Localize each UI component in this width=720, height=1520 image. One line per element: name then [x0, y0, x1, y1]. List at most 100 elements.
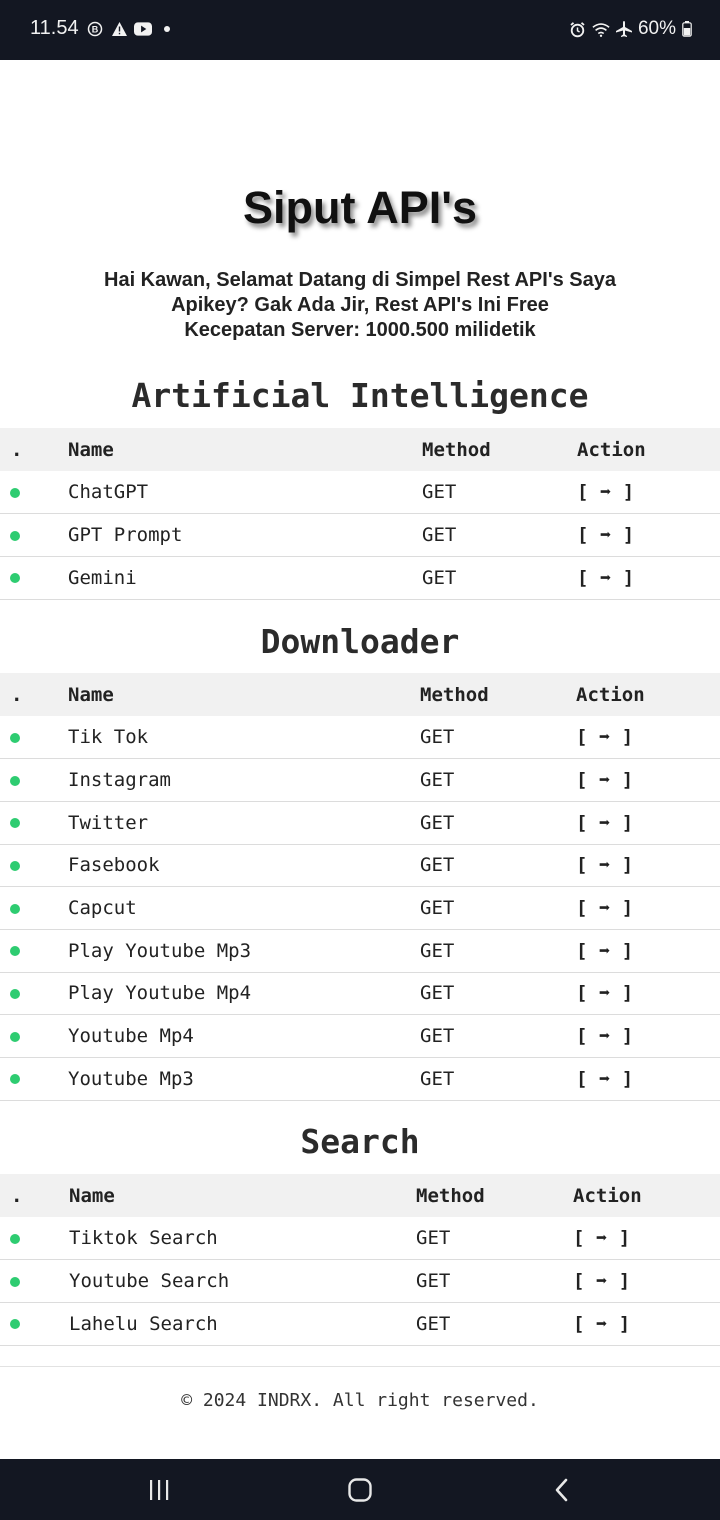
api-method: GET [420, 716, 576, 760]
status-dot [10, 1233, 20, 1244]
table-row: Youtube Mp3 GET[ ➡ ] [0, 1057, 720, 1101]
status-dot [10, 988, 20, 999]
action-button[interactable]: [ ➡ ] [576, 886, 720, 930]
api-name: Play Youtube Mp4 [68, 972, 420, 1016]
api-method: GET [416, 1302, 573, 1346]
action-button[interactable]: [ ➡ ] [577, 513, 720, 557]
api-method: GET [420, 972, 576, 1016]
status-time: 11.54 [30, 17, 79, 39]
action-button[interactable]: [ ➡ ] [573, 1259, 720, 1303]
api-method: GET [420, 1014, 576, 1058]
api-method: GET [422, 556, 577, 600]
table-row: Gemini GET[ ➡ ] [0, 556, 720, 600]
copyright-text: © 2024 INDRX. All right reserved. [181, 1390, 539, 1411]
intro-text: Hai Kawan, Selamat Datang di Simpel Rest… [0, 268, 720, 343]
api-method: GET [416, 1217, 573, 1261]
api-name: Tik Tok [68, 716, 420, 760]
back-icon[interactable] [547, 1475, 577, 1505]
status-dot [10, 732, 20, 743]
battery-icon [681, 20, 692, 38]
action-button[interactable]: [ ➡ ] [576, 1014, 720, 1058]
status-dot [10, 530, 20, 541]
b-circle-icon: B [86, 20, 104, 38]
dot-header: . [0, 428, 68, 471]
action-button[interactable]: [ ➡ ] [576, 1057, 720, 1101]
status-dot [10, 860, 20, 871]
table-header-row: . Name Method Action [0, 428, 720, 471]
ai-api-table: . Name Method Action ChatGPT GET[ ➡ ] GPT… [0, 428, 720, 600]
warning-icon [110, 20, 128, 38]
status-dot [10, 946, 20, 957]
apikey-line: Apikey? Gak Ada Jir, Rest API's Ini Free [171, 294, 549, 316]
section-title-ai: Artificial Intelligence [131, 376, 589, 415]
dot-header: . [0, 673, 68, 716]
api-name: Tiktok Search [69, 1217, 416, 1261]
action-button[interactable]: [ ➡ ] [576, 972, 720, 1016]
action-button[interactable]: [ ➡ ] [576, 929, 720, 973]
home-icon[interactable] [345, 1475, 375, 1505]
table-row: Tik Tok GET[ ➡ ] [0, 716, 720, 760]
api-name: Youtube Search [69, 1259, 416, 1303]
api-name: Instagram [68, 758, 420, 802]
api-method: GET [420, 758, 576, 802]
dot-header: . [0, 1174, 69, 1217]
action-button[interactable]: [ ➡ ] [573, 1302, 720, 1346]
name-header: Name [68, 428, 422, 471]
api-name: ChatGPT [68, 471, 422, 515]
status-dot [10, 1276, 20, 1287]
status-dot [10, 1319, 20, 1330]
table-header-row: . Name Method Action [0, 1174, 720, 1217]
action-header: Action [573, 1174, 720, 1217]
action-button[interactable]: [ ➡ ] [576, 758, 720, 802]
table-row: Play Youtube Mp4 GET[ ➡ ] [0, 972, 720, 1016]
method-header: Method [422, 428, 577, 471]
status-dot [10, 487, 20, 498]
api-method: GET [420, 886, 576, 930]
api-method: GET [420, 844, 576, 888]
api-method: GET [422, 513, 577, 557]
system-status: 60% [569, 17, 692, 41]
status-bar: 11.54 B 60% [0, 0, 720, 60]
recent-apps-icon[interactable] [144, 1475, 174, 1505]
airplane-icon [615, 20, 633, 38]
api-method: GET [420, 1057, 576, 1101]
table-row: Twitter GET[ ➡ ] [0, 801, 720, 845]
action-button[interactable]: [ ➡ ] [573, 1217, 720, 1261]
action-header: Action [576, 673, 720, 716]
api-method: GET [420, 929, 576, 973]
status-dot [10, 1031, 20, 1042]
table-row: Play Youtube Mp3 GET[ ➡ ] [0, 929, 720, 973]
notification-icons: B [86, 18, 176, 40]
api-name: GPT Prompt [68, 513, 422, 557]
api-name: Gemini [68, 556, 422, 600]
api-method: GET [420, 801, 576, 845]
status-dot [10, 775, 20, 786]
svg-text:B: B [92, 25, 99, 35]
name-header: Name [69, 1174, 416, 1217]
status-dot [10, 1074, 20, 1085]
table-row: Youtube Search GET[ ➡ ] [0, 1259, 720, 1303]
api-name: Fasebook [68, 844, 420, 888]
action-button[interactable]: [ ➡ ] [576, 801, 720, 845]
search-api-table: . Name Method Action Tiktok Search GET[ ➡… [0, 1174, 720, 1346]
status-dot [10, 573, 20, 584]
table-header-row: . Name Method Action [0, 673, 720, 716]
youtube-icon [134, 20, 152, 38]
table-row: Youtube Mp4 GET[ ➡ ] [0, 1014, 720, 1058]
action-button[interactable]: [ ➡ ] [576, 844, 720, 888]
api-name: Play Youtube Mp3 [68, 929, 420, 973]
status-dot [10, 903, 20, 914]
action-button[interactable]: [ ➡ ] [576, 716, 720, 760]
table-row: ChatGPT GET[ ➡ ] [0, 471, 720, 515]
table-row: Tiktok Search GET[ ➡ ] [0, 1217, 720, 1261]
wifi-icon [592, 20, 610, 38]
method-header: Method [416, 1174, 573, 1217]
section-title-downloader: Downloader [260, 622, 460, 661]
action-button[interactable]: [ ➡ ] [577, 556, 720, 600]
action-button[interactable]: [ ➡ ] [577, 471, 720, 515]
action-header: Action [577, 428, 720, 471]
section-title-search: Search [300, 1122, 420, 1161]
api-name: Youtube Mp4 [68, 1014, 420, 1058]
method-header: Method [420, 673, 576, 716]
table-row: GPT Prompt GET[ ➡ ] [0, 513, 720, 557]
